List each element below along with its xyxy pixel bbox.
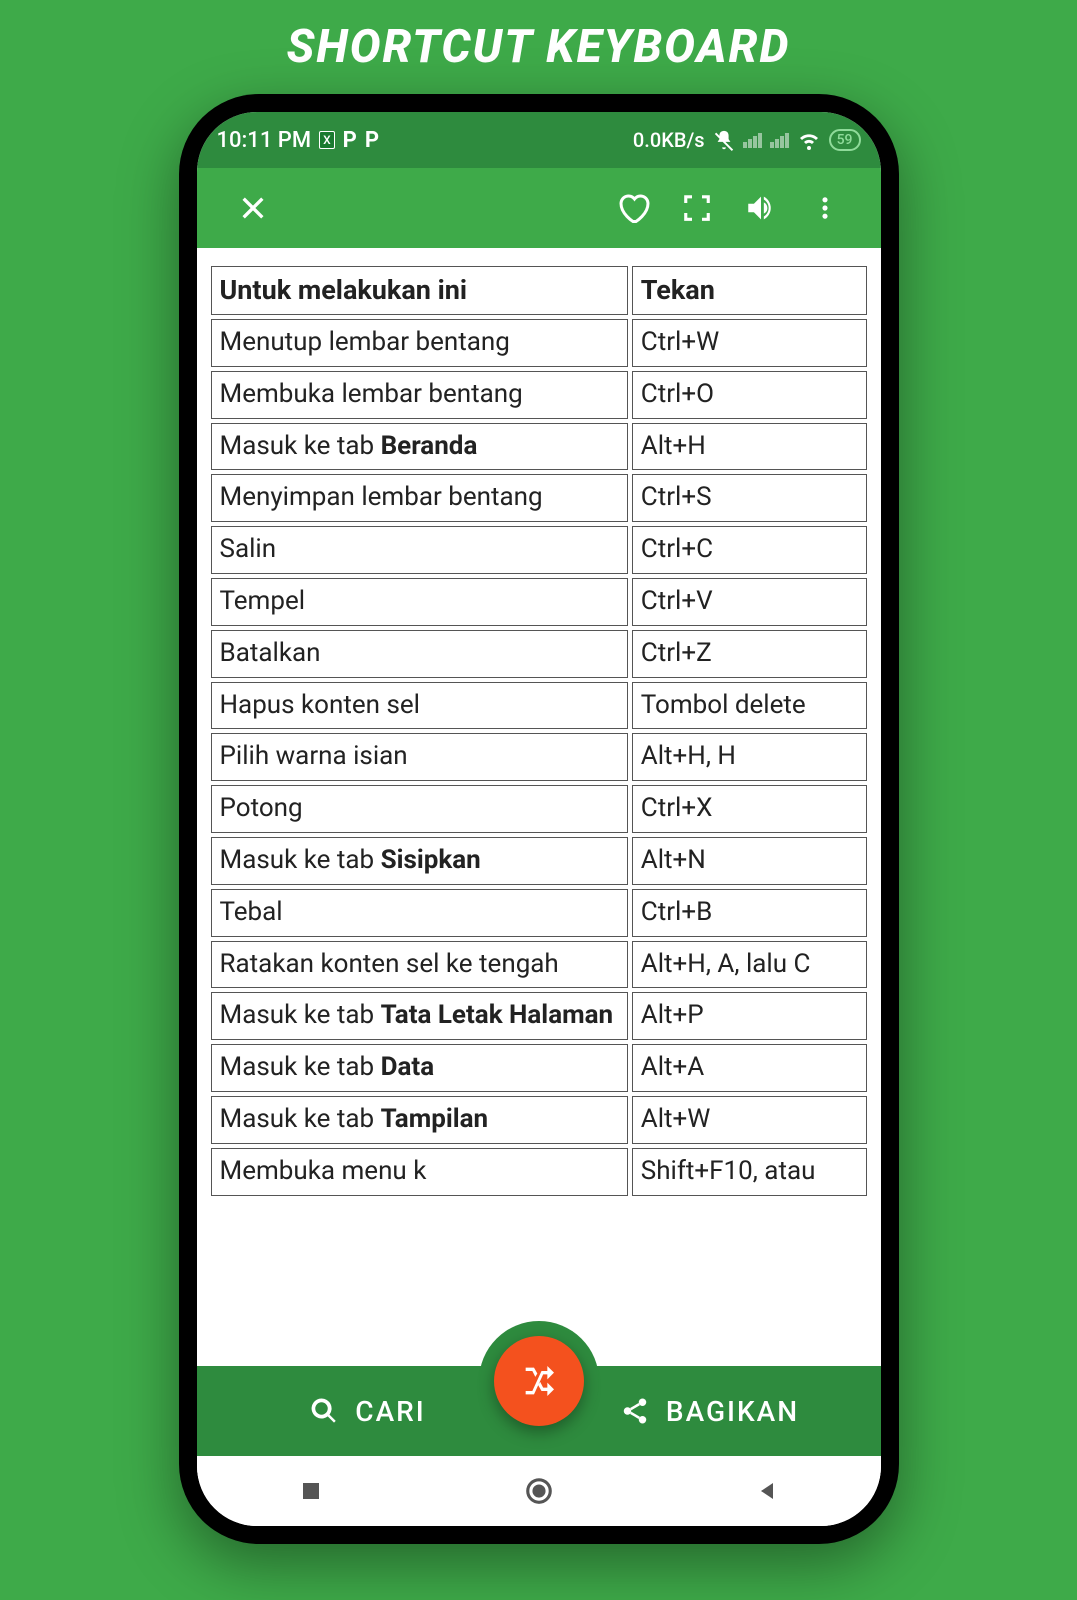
table-row: Membuka lembar bentangCtrl+O: [211, 371, 867, 419]
action-cell: Pilih warna isian: [211, 733, 628, 781]
close-button[interactable]: [221, 176, 285, 240]
key-cell: Ctrl+X: [632, 785, 867, 833]
p-icon: P: [343, 128, 357, 153]
recent-apps-button[interactable]: [291, 1471, 331, 1511]
header-key: Tekan: [632, 266, 867, 315]
signal-icon: [770, 133, 789, 148]
action-cell: Salin: [211, 526, 628, 574]
fab-container: [479, 1321, 599, 1441]
action-cell: Ratakan konten sel ke tengah: [211, 941, 628, 989]
square-icon: [299, 1479, 323, 1503]
close-icon: [237, 192, 269, 224]
more-button[interactable]: [793, 176, 857, 240]
speaker-icon: [744, 191, 778, 225]
table-row: TebalCtrl+B: [211, 889, 867, 937]
android-nav-bar: [197, 1456, 881, 1526]
shuffle-icon: [519, 1361, 559, 1401]
app-bar: [197, 168, 881, 248]
sound-button[interactable]: [729, 176, 793, 240]
back-button[interactable]: [747, 1471, 787, 1511]
key-cell: Alt+H: [632, 423, 867, 471]
table-row: SalinCtrl+C: [211, 526, 867, 574]
battery-icon: 59: [829, 129, 861, 151]
share-icon: [620, 1396, 650, 1426]
search-icon: [309, 1396, 339, 1426]
key-cell: Ctrl+V: [632, 578, 867, 626]
excel-badge-icon: X: [319, 131, 335, 149]
table-row: Masuk ke tab SisipkanAlt+N: [211, 837, 867, 885]
table-row: Masuk ke tab TampilanAlt+W: [211, 1096, 867, 1144]
key-cell: Alt+H, H: [632, 733, 867, 781]
status-time: 10:11 PM: [217, 128, 312, 153]
action-cell: Masuk ke tab Sisipkan: [211, 837, 628, 885]
key-cell: Alt+W: [632, 1096, 867, 1144]
table-row: Masuk ke tab BerandaAlt+H: [211, 423, 867, 471]
circle-icon: [524, 1476, 554, 1506]
key-cell: Shift+F10, atau: [632, 1148, 867, 1196]
phone-screen: 10:11 PM X P P 0.0KB/s 59: [197, 112, 881, 1526]
key-cell: Tombol delete: [632, 682, 867, 730]
table-row: TempelCtrl+V: [211, 578, 867, 626]
table-row: Menyimpan lembar bentangCtrl+S: [211, 474, 867, 522]
key-cell: Alt+N: [632, 837, 867, 885]
key-cell: Ctrl+W: [632, 319, 867, 367]
table-row: PotongCtrl+X: [211, 785, 867, 833]
key-cell: Alt+A: [632, 1044, 867, 1092]
fullscreen-icon: [682, 193, 712, 223]
action-cell: Hapus konten sel: [211, 682, 628, 730]
table-row: Ratakan konten sel ke tengahAlt+H, A, la…: [211, 941, 867, 989]
action-cell: Tebal: [211, 889, 628, 937]
key-cell: Alt+H, A, lalu C: [632, 941, 867, 989]
status-bar: 10:11 PM X P P 0.0KB/s 59: [197, 112, 881, 168]
key-cell: Ctrl+O: [632, 371, 867, 419]
action-cell: Menutup lembar bentang: [211, 319, 628, 367]
wifi-icon: [797, 128, 821, 152]
triangle-back-icon: [755, 1479, 779, 1503]
table-row: Masuk ke tab DataAlt+A: [211, 1044, 867, 1092]
phone-frame: 10:11 PM X P P 0.0KB/s 59: [179, 94, 899, 1544]
action-cell: Masuk ke tab Beranda: [211, 423, 628, 471]
more-vert-icon: [811, 194, 839, 222]
action-cell: Batalkan: [211, 630, 628, 678]
fullscreen-button[interactable]: [665, 176, 729, 240]
favorite-button[interactable]: [601, 176, 665, 240]
table-row: Hapus konten selTombol delete: [211, 682, 867, 730]
shortcut-table: Untuk melakukan iniTekanMenutup lembar b…: [207, 262, 871, 1200]
action-cell: Membuka menu k: [211, 1148, 628, 1196]
shuffle-fab[interactable]: [494, 1336, 584, 1426]
net-speed: 0.0KB/s: [633, 128, 705, 152]
page-title: SHORTCUT KEYBOARD: [287, 20, 791, 74]
action-cell: Masuk ke tab Data: [211, 1044, 628, 1092]
share-label: BAGIKAN: [666, 1395, 799, 1428]
table-row: Membuka menu kShift+F10, atau: [211, 1148, 867, 1196]
signal-icon: [743, 133, 762, 148]
action-cell: Menyimpan lembar bentang: [211, 474, 628, 522]
key-cell: Ctrl+C: [632, 526, 867, 574]
table-row: Pilih warna isianAlt+H, H: [211, 733, 867, 781]
table-row: Masuk ke tab Tata Letak HalamanAlt+P: [211, 992, 867, 1040]
table-header-row: Untuk melakukan iniTekan: [211, 266, 867, 315]
key-cell: Ctrl+B: [632, 889, 867, 937]
table-row: Menutup lembar bentangCtrl+W: [211, 319, 867, 367]
search-label: CARI: [355, 1395, 425, 1428]
heart-icon: [615, 190, 651, 226]
home-button[interactable]: [519, 1471, 559, 1511]
header-action: Untuk melakukan ini: [211, 266, 628, 315]
action-cell: Potong: [211, 785, 628, 833]
p-icon: P: [365, 128, 379, 153]
mute-icon: [713, 129, 735, 151]
key-cell: Alt+P: [632, 992, 867, 1040]
action-cell: Membuka lembar bentang: [211, 371, 628, 419]
action-cell: Masuk ke tab Tampilan: [211, 1096, 628, 1144]
key-cell: Ctrl+Z: [632, 630, 867, 678]
action-cell: Tempel: [211, 578, 628, 626]
key-cell: Ctrl+S: [632, 474, 867, 522]
action-cell: Masuk ke tab Tata Letak Halaman: [211, 992, 628, 1040]
table-row: BatalkanCtrl+Z: [211, 630, 867, 678]
